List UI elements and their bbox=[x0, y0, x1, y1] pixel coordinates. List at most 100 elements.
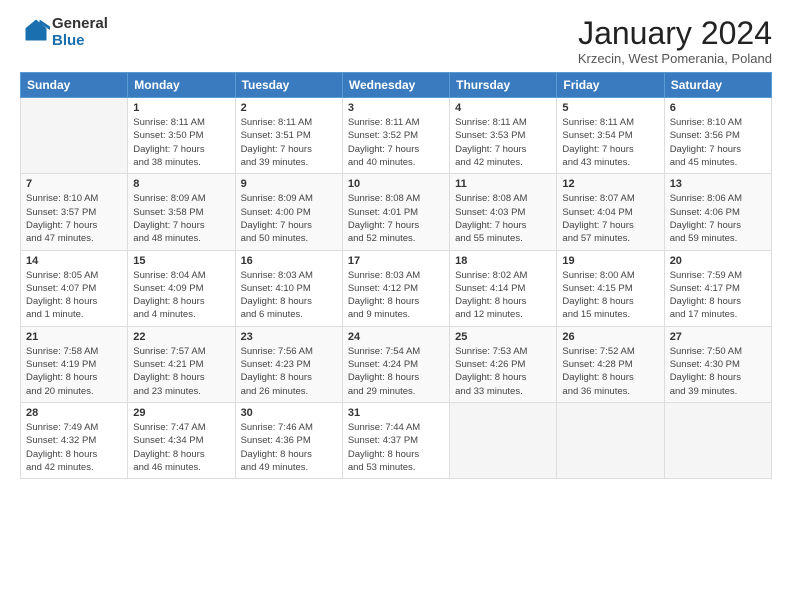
day-info: Sunrise: 8:10 AM Sunset: 3:57 PM Dayligh… bbox=[26, 192, 122, 245]
day-number: 31 bbox=[348, 407, 444, 419]
calendar-cell: 9 Sunrise: 8:09 AM Sunset: 4:00 PM Daylig… bbox=[235, 174, 342, 250]
day-info: Sunrise: 8:09 AM Sunset: 4:00 PM Dayligh… bbox=[241, 192, 337, 245]
page-header: General Blue January 2024 Krzecin, West … bbox=[20, 16, 772, 66]
day-info: Sunrise: 7:53 AM Sunset: 4:26 PM Dayligh… bbox=[455, 345, 551, 398]
calendar-cell: 5 Sunrise: 8:11 AM Sunset: 3:54 PM Daylig… bbox=[557, 98, 664, 174]
day-info: Sunrise: 8:11 AM Sunset: 3:54 PM Dayligh… bbox=[562, 116, 658, 169]
day-number: 11 bbox=[455, 178, 551, 190]
calendar-cell: 7 Sunrise: 8:10 AM Sunset: 3:57 PM Daylig… bbox=[21, 174, 128, 250]
day-info: Sunrise: 7:52 AM Sunset: 4:28 PM Dayligh… bbox=[562, 345, 658, 398]
calendar-cell: 2Sunrise: 8:11 AM Sunset: 3:51 PM Daylig… bbox=[235, 98, 342, 174]
calendar-cell: 12Sunrise: 8:07 AM Sunset: 4:04 PM Dayli… bbox=[557, 174, 664, 250]
calendar-week-row: 1 Sunrise: 8:11 AM Sunset: 3:50 PM Daylig… bbox=[21, 98, 772, 174]
weekday-header-friday: Friday bbox=[557, 73, 664, 98]
month-title: January 2024 bbox=[578, 16, 772, 51]
day-info: Sunrise: 8:08 AM Sunset: 4:01 PM Dayligh… bbox=[348, 192, 444, 245]
day-info: Sunrise: 8:04 AM Sunset: 4:09 PM Dayligh… bbox=[133, 269, 229, 322]
day-info: Sunrise: 8:10 AM Sunset: 3:56 PM Dayligh… bbox=[670, 116, 766, 169]
day-info: Sunrise: 7:47 AM Sunset: 4:34 PM Dayligh… bbox=[133, 421, 229, 474]
calendar-cell: 29 Sunrise: 7:47 AM Sunset: 4:34 PM Dayli… bbox=[128, 402, 235, 478]
calendar-cell bbox=[664, 402, 771, 478]
day-number: 23 bbox=[241, 331, 337, 343]
calendar-cell: 30 Sunrise: 7:46 AM Sunset: 4:36 PM Dayli… bbox=[235, 402, 342, 478]
calendar-cell: 28 Sunrise: 7:49 AM Sunset: 4:32 PM Dayli… bbox=[21, 402, 128, 478]
day-number: 21 bbox=[26, 331, 122, 343]
calendar-cell: 4 Sunrise: 8:11 AM Sunset: 3:53 PM Daylig… bbox=[450, 98, 557, 174]
logo-icon bbox=[22, 16, 50, 44]
day-info: Sunrise: 7:59 AM Sunset: 4:17 PM Dayligh… bbox=[670, 269, 766, 322]
calendar-table: SundayMondayTuesdayWednesdayThursdayFrid… bbox=[20, 72, 772, 479]
day-number: 6 bbox=[670, 102, 766, 114]
day-number: 30 bbox=[241, 407, 337, 419]
day-info: Sunrise: 7:56 AM Sunset: 4:23 PM Dayligh… bbox=[241, 345, 337, 398]
calendar-cell: 3Sunrise: 8:11 AM Sunset: 3:52 PM Daylig… bbox=[342, 98, 449, 174]
day-info: Sunrise: 8:06 AM Sunset: 4:06 PM Dayligh… bbox=[670, 192, 766, 245]
day-number: 25 bbox=[455, 331, 551, 343]
day-info: Sunrise: 8:00 AM Sunset: 4:15 PM Dayligh… bbox=[562, 269, 658, 322]
day-number: 20 bbox=[670, 255, 766, 267]
day-info: Sunrise: 8:03 AM Sunset: 4:12 PM Dayligh… bbox=[348, 269, 444, 322]
day-number: 27 bbox=[670, 331, 766, 343]
calendar-week-row: 28 Sunrise: 7:49 AM Sunset: 4:32 PM Dayli… bbox=[21, 402, 772, 478]
calendar-cell: 22Sunrise: 7:57 AM Sunset: 4:21 PM Dayli… bbox=[128, 326, 235, 402]
day-number: 9 bbox=[241, 178, 337, 190]
day-info: Sunrise: 8:11 AM Sunset: 3:53 PM Dayligh… bbox=[455, 116, 551, 169]
weekday-header-monday: Monday bbox=[128, 73, 235, 98]
calendar-cell: 14Sunrise: 8:05 AM Sunset: 4:07 PM Dayli… bbox=[21, 250, 128, 326]
weekday-header-saturday: Saturday bbox=[664, 73, 771, 98]
day-number: 4 bbox=[455, 102, 551, 114]
day-number: 28 bbox=[26, 407, 122, 419]
calendar-cell: 24Sunrise: 7:54 AM Sunset: 4:24 PM Dayli… bbox=[342, 326, 449, 402]
day-number: 13 bbox=[670, 178, 766, 190]
day-info: Sunrise: 7:50 AM Sunset: 4:30 PM Dayligh… bbox=[670, 345, 766, 398]
day-info: Sunrise: 7:58 AM Sunset: 4:19 PM Dayligh… bbox=[26, 345, 122, 398]
weekday-header-wednesday: Wednesday bbox=[342, 73, 449, 98]
calendar-cell: 18 Sunrise: 8:02 AM Sunset: 4:14 PM Dayli… bbox=[450, 250, 557, 326]
day-number: 5 bbox=[562, 102, 658, 114]
calendar-cell: 19 Sunrise: 8:00 AM Sunset: 4:15 PM Dayli… bbox=[557, 250, 664, 326]
calendar-cell: 6 Sunrise: 8:10 AM Sunset: 3:56 PM Daylig… bbox=[664, 98, 771, 174]
calendar-cell: 10 Sunrise: 8:08 AM Sunset: 4:01 PM Dayli… bbox=[342, 174, 449, 250]
day-number: 10 bbox=[348, 178, 444, 190]
day-number: 18 bbox=[455, 255, 551, 267]
day-number: 24 bbox=[348, 331, 444, 343]
day-number: 15 bbox=[133, 255, 229, 267]
day-info: Sunrise: 8:03 AM Sunset: 4:10 PM Dayligh… bbox=[241, 269, 337, 322]
day-info: Sunrise: 7:49 AM Sunset: 4:32 PM Dayligh… bbox=[26, 421, 122, 474]
day-info: Sunrise: 8:02 AM Sunset: 4:14 PM Dayligh… bbox=[455, 269, 551, 322]
day-info: Sunrise: 8:11 AM Sunset: 3:52 PM Dayligh… bbox=[348, 116, 444, 169]
day-number: 26 bbox=[562, 331, 658, 343]
calendar-cell: 1 Sunrise: 8:11 AM Sunset: 3:50 PM Daylig… bbox=[128, 98, 235, 174]
day-info: Sunrise: 8:05 AM Sunset: 4:07 PM Dayligh… bbox=[26, 269, 122, 322]
logo-blue-text: Blue bbox=[52, 33, 108, 50]
day-number: 1 bbox=[133, 102, 229, 114]
day-number: 16 bbox=[241, 255, 337, 267]
title-block: January 2024 Krzecin, West Pomerania, Po… bbox=[578, 16, 772, 66]
subtitle: Krzecin, West Pomerania, Poland bbox=[578, 51, 772, 66]
calendar-cell: 26 Sunrise: 7:52 AM Sunset: 4:28 PM Dayli… bbox=[557, 326, 664, 402]
day-number: 19 bbox=[562, 255, 658, 267]
day-number: 7 bbox=[26, 178, 122, 190]
day-number: 17 bbox=[348, 255, 444, 267]
weekday-header-row: SundayMondayTuesdayWednesdayThursdayFrid… bbox=[21, 73, 772, 98]
logo-general-text: General bbox=[52, 16, 108, 33]
day-number: 22 bbox=[133, 331, 229, 343]
day-info: Sunrise: 7:44 AM Sunset: 4:37 PM Dayligh… bbox=[348, 421, 444, 474]
weekday-header-sunday: Sunday bbox=[21, 73, 128, 98]
day-info: Sunrise: 7:46 AM Sunset: 4:36 PM Dayligh… bbox=[241, 421, 337, 474]
day-number: 29 bbox=[133, 407, 229, 419]
calendar-week-row: 14Sunrise: 8:05 AM Sunset: 4:07 PM Dayli… bbox=[21, 250, 772, 326]
calendar-cell: 15 Sunrise: 8:04 AM Sunset: 4:09 PM Dayli… bbox=[128, 250, 235, 326]
calendar-cell: 16 Sunrise: 8:03 AM Sunset: 4:10 PM Dayli… bbox=[235, 250, 342, 326]
day-info: Sunrise: 8:07 AM Sunset: 4:04 PM Dayligh… bbox=[562, 192, 658, 245]
calendar-cell: 31 Sunrise: 7:44 AM Sunset: 4:37 PM Dayli… bbox=[342, 402, 449, 478]
calendar-cell bbox=[450, 402, 557, 478]
calendar-cell bbox=[557, 402, 664, 478]
calendar-week-row: 21 Sunrise: 7:58 AM Sunset: 4:19 PM Dayli… bbox=[21, 326, 772, 402]
calendar-cell: 25 Sunrise: 7:53 AM Sunset: 4:26 PM Dayli… bbox=[450, 326, 557, 402]
calendar-cell: 27 Sunrise: 7:50 AM Sunset: 4:30 PM Dayli… bbox=[664, 326, 771, 402]
calendar-week-row: 7 Sunrise: 8:10 AM Sunset: 3:57 PM Daylig… bbox=[21, 174, 772, 250]
calendar-cell: 17 Sunrise: 8:03 AM Sunset: 4:12 PM Dayli… bbox=[342, 250, 449, 326]
day-info: Sunrise: 8:11 AM Sunset: 3:50 PM Dayligh… bbox=[133, 116, 229, 169]
calendar-cell: 13 Sunrise: 8:06 AM Sunset: 4:06 PM Dayli… bbox=[664, 174, 771, 250]
